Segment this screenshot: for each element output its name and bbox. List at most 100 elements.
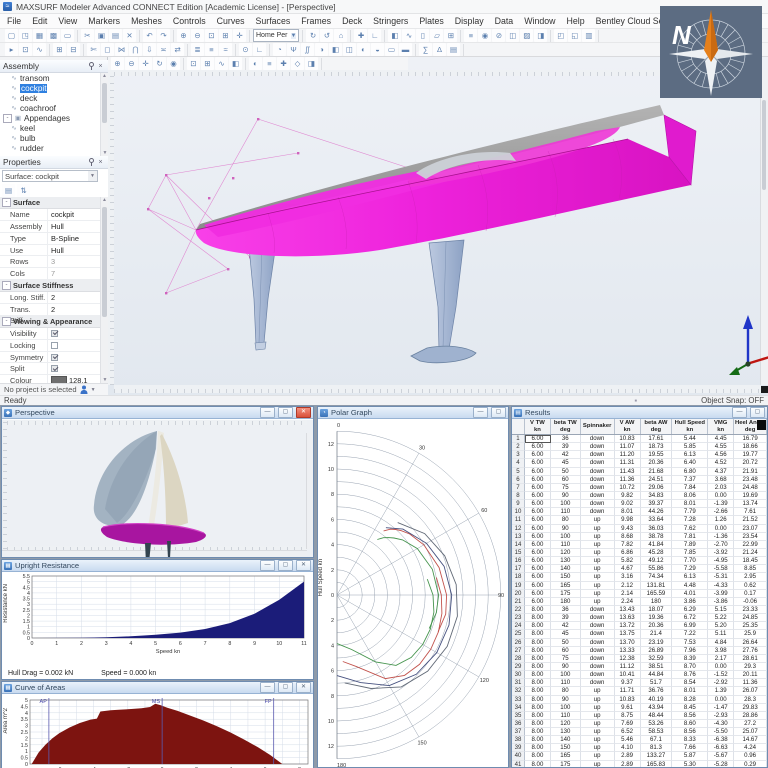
half-view-icon[interactable]: ◐ — [357, 43, 370, 56]
menu-stringers[interactable]: Stringers — [373, 16, 408, 26]
table-row[interactable]: 216.00180up2.241803.86-3.86-0.06 — [512, 598, 767, 606]
pin-icon[interactable] — [87, 62, 96, 71]
menu-meshes[interactable]: Meshes — [131, 16, 162, 26]
tree-item-rudder[interactable]: ∿rudder — [0, 143, 100, 153]
mass-calc-icon[interactable]: Δ — [433, 43, 446, 56]
lock-icon[interactable]: ⊘ — [492, 29, 505, 42]
minimize-button[interactable]: — — [260, 407, 275, 418]
waterlines-icon[interactable]: ≈ — [219, 43, 232, 56]
add-surface-icon[interactable]: ◧ — [388, 29, 401, 42]
menu-data[interactable]: Data — [495, 16, 514, 26]
spin-view-icon[interactable]: ↺ — [320, 29, 333, 42]
results-window[interactable]: ▤ Results — ▢ V TWknbeta TWdegSpinnakerV… — [511, 406, 768, 768]
collapse-icon[interactable]: - — [2, 198, 11, 207]
table-row[interactable]: 348.00100up9.6143.948.45-1.4729.83 — [512, 704, 767, 712]
undo-icon[interactable]: ↶ — [143, 29, 156, 42]
show-net-icon[interactable]: ⊞ — [201, 57, 214, 70]
select-icon[interactable]: ▸ — [5, 43, 18, 56]
assembly-scrollbar[interactable]: ▲▼ — [100, 73, 108, 156]
property-row-assembly[interactable]: AssemblyHull — [0, 221, 100, 233]
table-row[interactable]: 358.00110up8.7548.448.56-2.9328.86 — [512, 712, 767, 720]
print-icon[interactable]: ▭ — [61, 29, 74, 42]
copy-icon[interactable]: ▣ — [95, 29, 108, 42]
property-value[interactable] — [48, 352, 100, 363]
menu-surfaces[interactable]: Surfaces — [256, 16, 291, 26]
expander-icon[interactable]: - — [3, 114, 12, 123]
table-row[interactable]: 308.00100down10.4144.848.76-1.5220.11 — [512, 671, 767, 679]
property-row-visibility[interactable]: Visibility — [0, 328, 100, 340]
select-curve-icon[interactable]: ∿ — [33, 43, 46, 56]
insert-icon[interactable]: ⊞ — [53, 43, 66, 56]
table-row[interactable]: 136.00100up8.6838.787.81-1.3623.54 — [512, 533, 767, 541]
table-row[interactable]: 36.0042down11.2019.556.134.5619.77 — [512, 451, 767, 459]
table-row[interactable]: 238.0039down13.6319.366.725.2224.85 — [512, 614, 767, 622]
add-curve-icon[interactable]: ∿ — [402, 29, 415, 42]
split-icon[interactable]: ◫ — [506, 29, 519, 42]
perspective-view[interactable] — [2, 420, 313, 557]
redo-icon[interactable]: ↷ — [157, 29, 170, 42]
table-row[interactable]: 388.00140up5.4667.18.33-6.3814.67 — [512, 736, 767, 744]
menu-markers[interactable]: Markers — [88, 16, 120, 26]
property-value[interactable]: 7 — [48, 268, 100, 279]
edit-points-icon[interactable]: ✚ — [277, 57, 290, 70]
property-row-trans-stiff-[interactable]: Trans. Stiff.2 — [0, 304, 100, 316]
property-row-cols[interactable]: Cols7 — [0, 268, 100, 280]
trim-icon[interactable]: ✄ — [87, 43, 100, 56]
checkbox-checked-icon[interactable] — [51, 354, 58, 361]
table-row[interactable]: 66.0060down11.3624.517.373.6823.48 — [512, 476, 767, 484]
polar-window-titlebar[interactable]: ◔ Polar Graph — ▢ — [318, 407, 508, 419]
wireframe-icon[interactable]: ◰ — [554, 29, 567, 42]
menu-controls[interactable]: Controls — [173, 16, 206, 26]
property-value[interactable]: 2 — [48, 304, 100, 315]
property-row-name[interactable]: Namecockpit — [0, 209, 100, 221]
assembly-icon[interactable]: ≡ — [464, 29, 477, 42]
marker-icon[interactable]: ✚ — [354, 29, 367, 42]
column-header-v-aw[interactable]: V AWkn — [615, 419, 641, 434]
show-surfaces-icon[interactable]: ◧ — [229, 57, 242, 70]
close-icon[interactable]: × — [96, 62, 105, 71]
curve-of-areas-window[interactable]: ▦ Curve of Areas — ▢ ✕ Area m^2 APMSFP00… — [1, 681, 314, 768]
plan-view-icon[interactable]: ▬ — [399, 43, 412, 56]
property-row-locking[interactable]: Locking — [0, 340, 100, 352]
table-row[interactable]: 378.00130up6.5258.538.56-5.5025.07 — [512, 728, 767, 736]
property-row-split[interactable]: Split — [0, 363, 100, 375]
home-view-icon[interactable]: ⌂ — [334, 29, 347, 42]
mirror-icon[interactable]: ⇄ — [171, 43, 184, 56]
menu-file[interactable]: File — [7, 16, 21, 26]
property-value[interactable]: 3 — [48, 256, 100, 267]
checkbox-unchecked-icon[interactable] — [51, 342, 58, 349]
property-value[interactable]: Hull — [48, 245, 100, 256]
wireframe-mode-icon[interactable]: ◫ — [343, 43, 356, 56]
render-mode-icon[interactable]: ◧ — [329, 43, 342, 56]
table-row[interactable]: 26.0039down11.0718.735.854.5518.66 — [512, 443, 767, 451]
table-row[interactable]: 318.00110down9.3751.78.54-2.9211.36 — [512, 679, 767, 687]
flowlines-icon[interactable]: ∬ — [301, 43, 314, 56]
maximize-button[interactable]: ▢ — [750, 407, 765, 418]
colour-icon[interactable]: ▨ — [520, 29, 533, 42]
texture-icon[interactable]: ▥ — [582, 29, 595, 42]
property-row-rows[interactable]: Rows3 — [0, 256, 100, 268]
resistance-window-titlebar[interactable]: ▦ Upright Resistance — ▢ ✕ — [2, 560, 313, 572]
zoom-in-view-icon[interactable]: ⊕ — [111, 57, 124, 70]
table-row[interactable]: 116.0080up9.9833.647.281.2621.52 — [512, 516, 767, 524]
maximize-button[interactable]: ▢ — [491, 407, 506, 418]
zoom-fit-icon[interactable]: ⊞ — [219, 29, 232, 42]
half-model-icon[interactable]: ◐ — [249, 57, 262, 70]
menu-help[interactable]: Help — [567, 16, 585, 26]
tree-item-cockpit[interactable]: ∿cockpit — [0, 83, 100, 93]
colour-swatch[interactable] — [51, 376, 67, 383]
project-bar[interactable]: No project is selected ▼ — [0, 383, 108, 395]
minimize-button[interactable]: — — [473, 407, 488, 418]
property-section-surface[interactable]: -Surface — [0, 197, 100, 209]
table-row[interactable]: 146.00110up7.8241.847.89-2.7022.99 — [512, 541, 767, 549]
property-value[interactable]: cockpit — [48, 209, 100, 220]
pan-view-icon[interactable]: ✛ — [139, 57, 152, 70]
polar-graph-window[interactable]: ◔ Polar Graph — ▢ Hull Speed kn 03060901… — [317, 406, 509, 768]
keel[interactable] — [411, 240, 476, 363]
untrim-icon[interactable]: ◻ — [101, 43, 114, 56]
column-header-row-number[interactable] — [512, 419, 525, 434]
property-row-symmetry[interactable]: Symmetry — [0, 352, 100, 364]
results-window-titlebar[interactable]: ▤ Results — ▢ — [512, 407, 767, 419]
property-section-surface-stiffness[interactable]: -Surface Stiffness — [0, 280, 100, 292]
zoom-window-icon[interactable]: ⊡ — [205, 29, 218, 42]
